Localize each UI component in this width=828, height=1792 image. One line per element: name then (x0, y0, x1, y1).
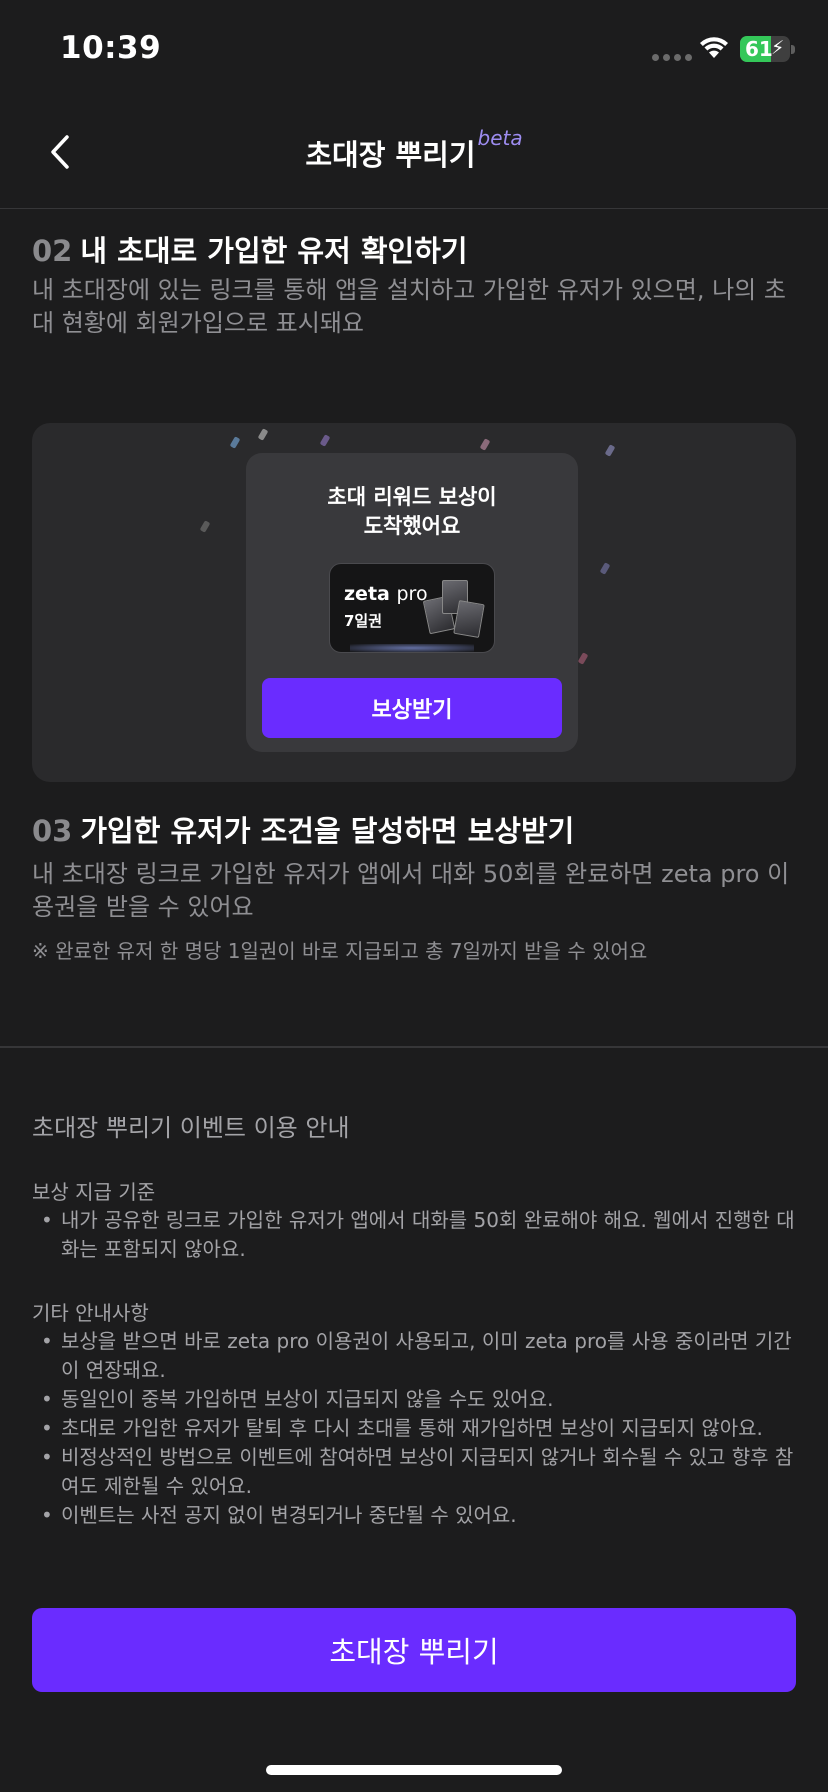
criteria-item: 내가 공유한 링크로 가입한 유저가 앱에서 대화를 50회 완료해야 해요. … (32, 1206, 802, 1264)
confetti (479, 438, 491, 451)
step2-title: 02 내 초대로 가입한 유저 확인하기 (32, 228, 468, 270)
step3-title: 03 가입한 유저가 조건을 달성하면 보상받기 (32, 808, 574, 850)
ticket-brand-name: zeta (344, 583, 390, 605)
zeta-pro-ticket: zeta pro 7일권 (329, 563, 495, 653)
criteria-title: 보상 지급 기준 (32, 1180, 156, 1204)
confetti (604, 444, 616, 457)
confetti (599, 562, 611, 575)
confetti (229, 436, 241, 449)
status-bar: 10:39 61 ⚡ (0, 0, 828, 96)
note-item: 보상을 받으면 바로 zeta pro 이용권이 사용되고, 이미 zeta p… (32, 1327, 802, 1385)
status-time: 10:39 (60, 30, 162, 66)
character-photo (453, 600, 485, 638)
other-notes-title: 기타 안내사항 (32, 1301, 149, 1325)
step3-description: 내 초대장 링크로 가입한 유저가 앱에서 대화 50회를 완료하면 zeta … (32, 860, 790, 921)
cellular-signal-icon (652, 54, 692, 61)
confetti (257, 428, 269, 441)
other-notes-list: 보상을 받으면 바로 zeta pro 이용권이 사용되고, 이미 zeta p… (32, 1327, 802, 1530)
divider (0, 1046, 828, 1048)
reward-illustration: 초대 리워드 보상이 도착했어요 zeta pro 7일권 보상받기 (32, 423, 796, 782)
confetti (199, 520, 211, 533)
ticket-photos (422, 576, 485, 640)
confetti (577, 652, 589, 665)
battery-percent: 61 (745, 37, 773, 61)
wifi-icon (700, 37, 728, 58)
confetti (319, 434, 331, 447)
battery-icon: 61 ⚡ (740, 36, 790, 62)
step2-title-text: 내 초대로 가입한 유저 확인하기 (80, 234, 468, 268)
ticket-days: 7일권 (344, 612, 383, 630)
home-indicator (266, 1765, 562, 1775)
claim-reward-button: 보상받기 (262, 678, 562, 738)
reward-title: 초대 리워드 보상이 도착했어요 (246, 483, 578, 541)
step2-number: 02 (32, 234, 73, 268)
note-item: 비정상적인 방법으로 이벤트에 참여하면 보상이 지급되지 않거나 회수될 수 … (32, 1443, 802, 1501)
note-item: 동일인이 중복 가입하면 보상이 지급되지 않을 수도 있어요. (32, 1385, 802, 1414)
page-title-text: 초대장 뿌리기 (305, 138, 476, 172)
invite-page: 10:39 61 ⚡ 초대장 뿌리기 beta 02 내 초대로 가입한 유저 확인… (0, 0, 828, 1792)
beta-badge: beta (477, 126, 523, 150)
step3-title-text: 가입한 유저가 조건을 달성하면 보상받기 (80, 814, 575, 848)
reward-title-line1: 초대 리워드 보상이 (327, 485, 497, 509)
step3-number: 03 (32, 814, 73, 848)
step2-description: 내 초대장에 있는 링크를 통해 앱을 설치하고 가입한 유저가 있으면, 나의… (32, 276, 786, 337)
guide-title: 초대장 뿌리기 이벤트 이용 안내 (32, 1114, 350, 1142)
note-item: 이벤트는 사전 공지 없이 변경되거나 중단될 수 있어요. (32, 1501, 802, 1530)
nav-bar: 초대장 뿌리기 beta (0, 100, 828, 209)
ticket-brand: zeta pro (344, 583, 428, 605)
note-item: 초대로 가입한 유저가 탈퇴 후 다시 초대를 통해 재가입하면 보상이 지급되… (32, 1414, 802, 1443)
charging-bolt-icon: ⚡ (771, 37, 785, 59)
page-title: 초대장 뿌리기 beta (0, 126, 828, 174)
reward-title-line2: 도착했어요 (363, 514, 461, 538)
ticket-glow (350, 644, 474, 652)
battery-cap (791, 45, 795, 54)
step3-note: ※ 완료한 유저 한 명당 1일권이 바로 지급되고 총 7일까지 받을 수 있… (32, 939, 648, 963)
reward-popup: 초대 리워드 보상이 도착했어요 zeta pro 7일권 보상받기 (246, 453, 578, 752)
send-invitation-button[interactable]: 초대장 뿌리기 (32, 1608, 796, 1692)
criteria-list: 내가 공유한 링크로 가입한 유저가 앱에서 대화를 50회 완료해야 해요. … (32, 1206, 802, 1264)
